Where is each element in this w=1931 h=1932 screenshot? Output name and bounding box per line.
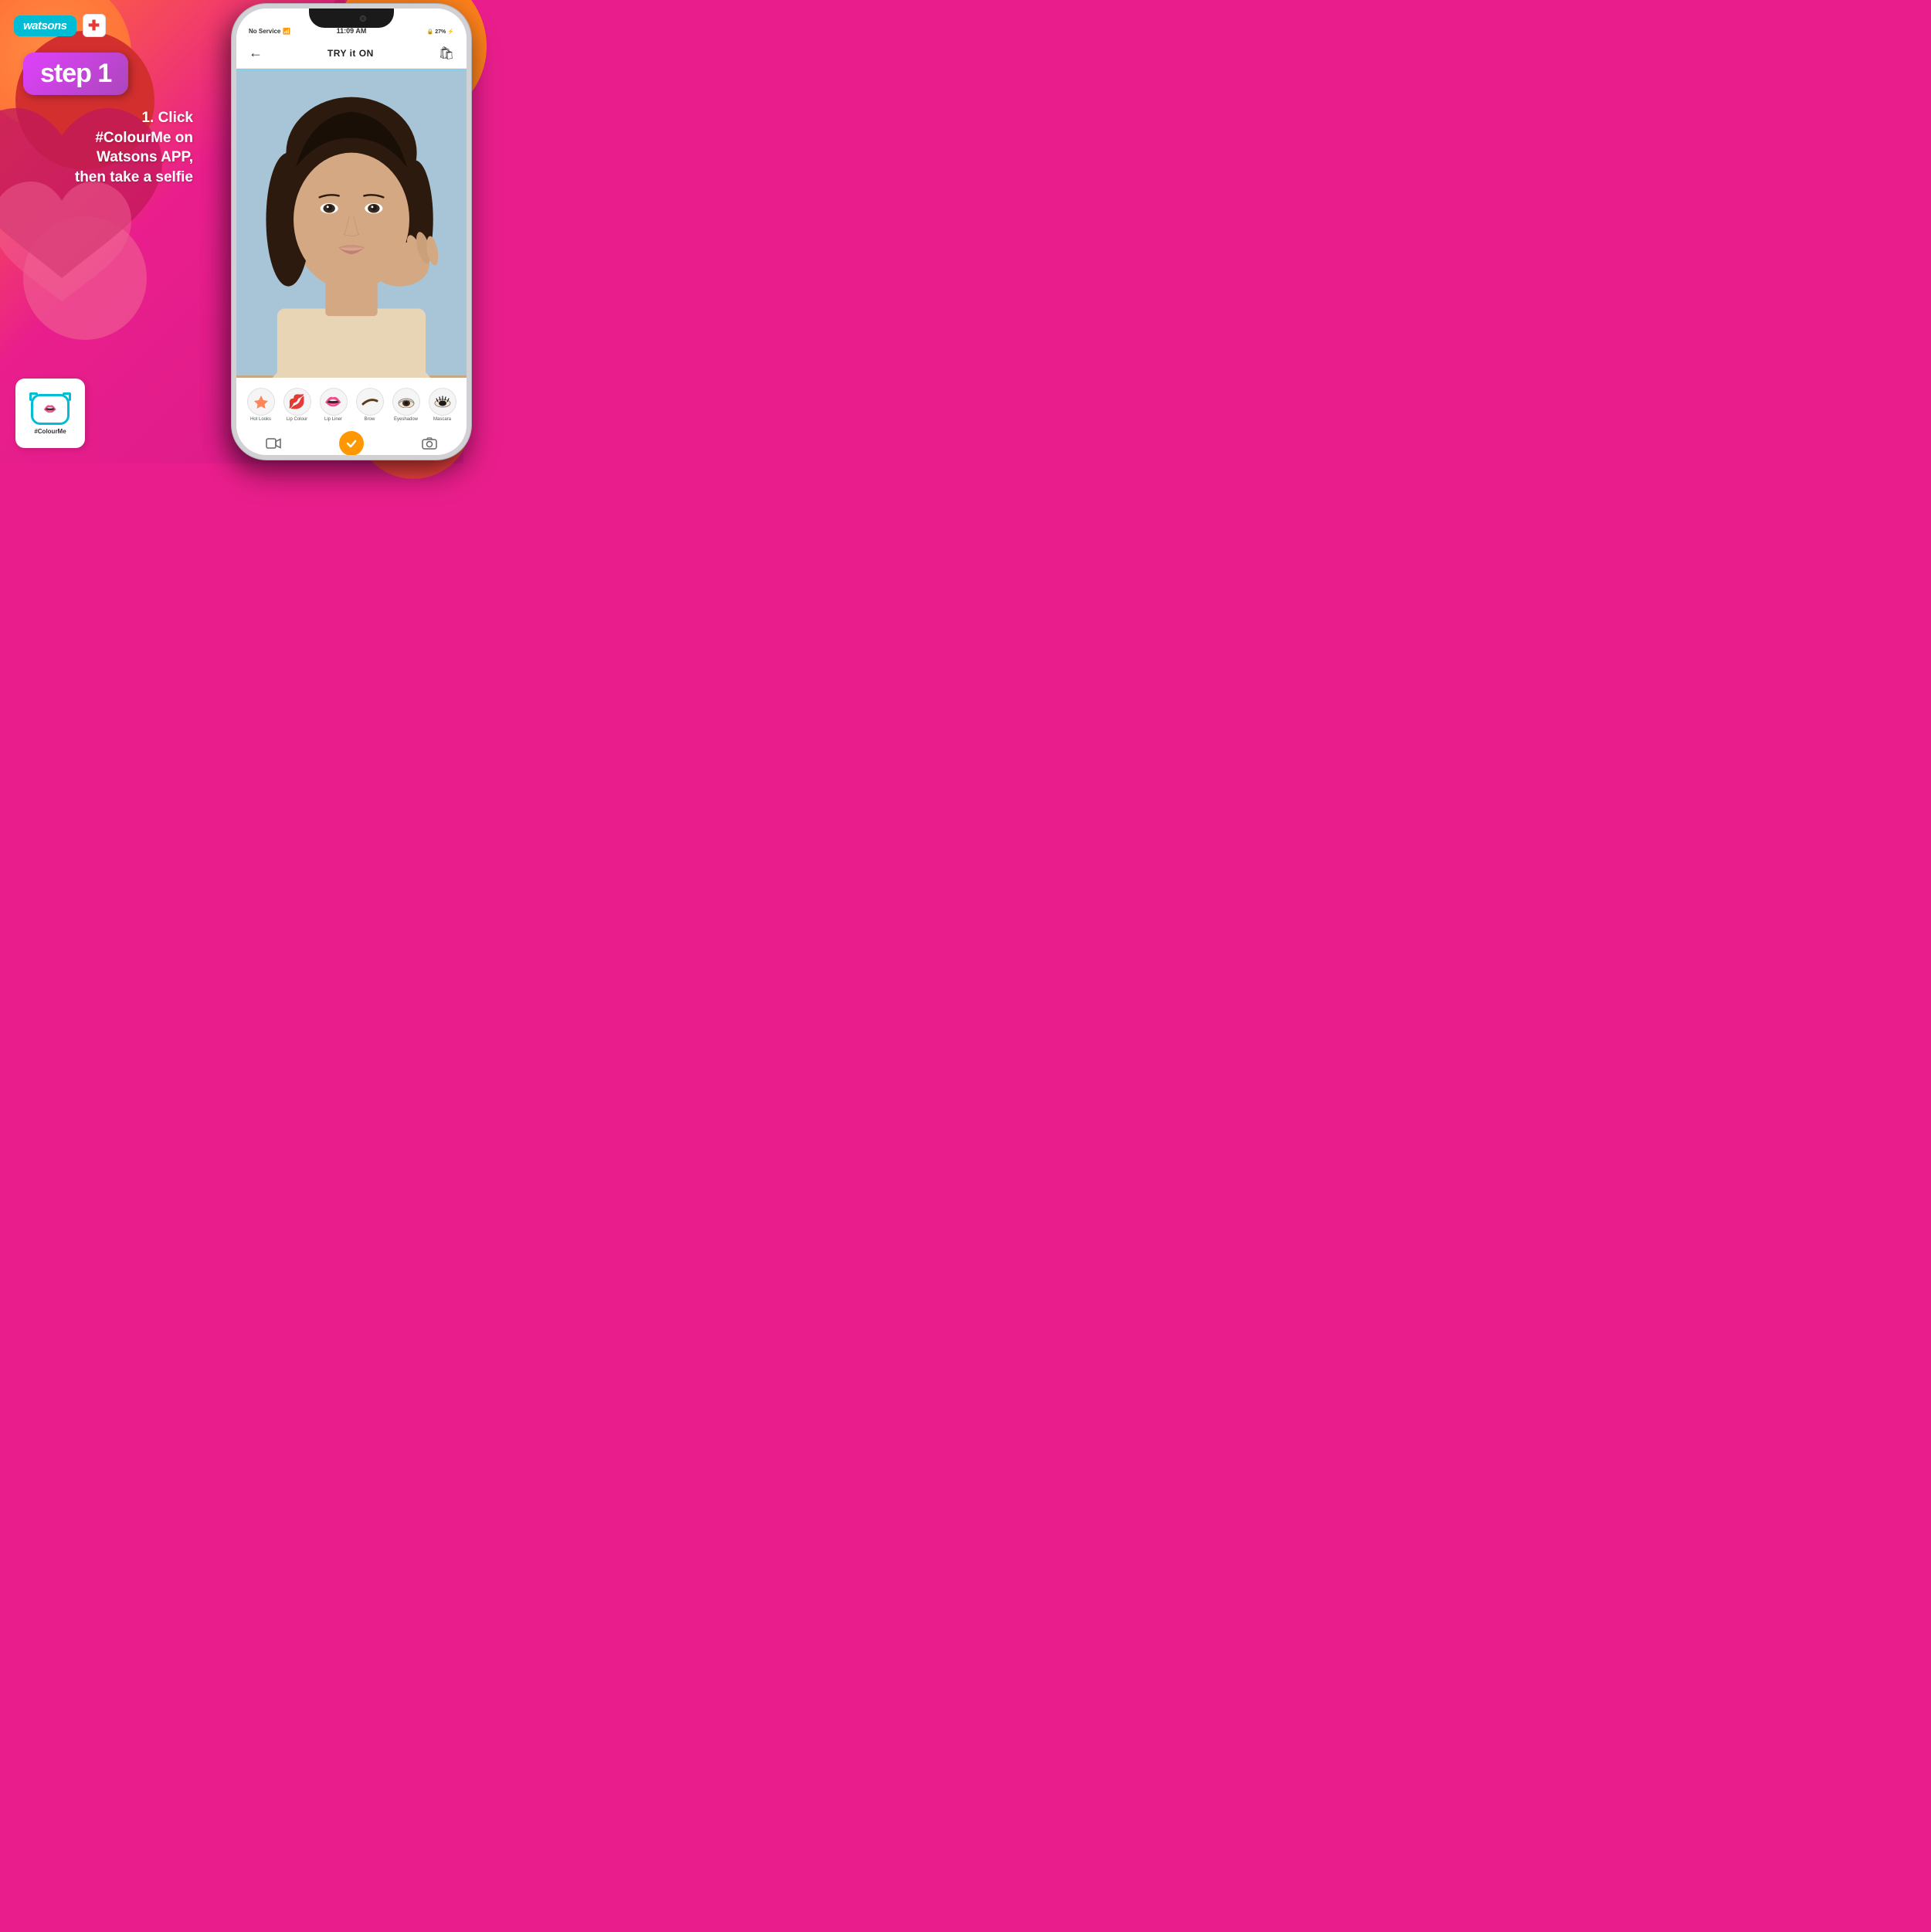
phone-vol-up-button: [232, 97, 233, 128]
makeup-toolbar: Hot Looks 💋 Lip Colour 👄 Lip Liner: [236, 378, 467, 432]
lip-liner-label: Lip Liner: [324, 417, 342, 422]
lip-colour-icon: 💋: [283, 388, 311, 416]
camera-button[interactable]: [420, 434, 439, 453]
phone-vol-down-button: [232, 136, 233, 167]
watsons-logo: watsons: [14, 15, 76, 36]
mascara-label: Mascara: [433, 417, 451, 422]
lip-liner-item[interactable]: 👄 Lip Liner: [320, 388, 348, 422]
brow-label: Brow: [365, 417, 375, 422]
brow-icon: [356, 388, 384, 416]
cart-icon[interactable]: 🛍: [439, 46, 454, 61]
back-button[interactable]: ←: [249, 45, 263, 61]
status-left: No Service 📶: [249, 28, 290, 35]
lip-colour-label: Lip Colour: [287, 417, 307, 422]
phone-mockup: No Service 📶 11:09 AM 🔒 27% ⚡ ← TRY it O…: [232, 4, 471, 460]
pharmacy-badge: ✚: [83, 14, 106, 37]
mascara-item[interactable]: Mascara: [429, 388, 456, 422]
instructions-text: 1. Click #ColourMe on Watsons APP, then …: [15, 108, 193, 188]
phone-notch: [309, 8, 394, 28]
hot-looks-label: Hot Looks: [250, 417, 271, 422]
hot-looks-icon: [247, 388, 275, 416]
step-label: step 1: [40, 59, 111, 88]
no-service-text: No Service: [249, 28, 280, 35]
eyeshadow-label: Eyeshadow: [394, 417, 418, 422]
mascara-icon: [429, 388, 456, 416]
confirm-button[interactable]: [339, 431, 364, 456]
brow-item[interactable]: Brow: [356, 388, 384, 422]
colour-me-text: #ColourMe: [34, 428, 66, 435]
status-right: 🔒 27% ⚡: [427, 29, 454, 35]
status-time: 11:09 AM: [337, 27, 367, 35]
phone-power-button: [470, 86, 471, 132]
face-outline-icon: 👄: [31, 394, 70, 425]
instructions: 1. Click #ColourMe on Watsons APP, then …: [15, 108, 193, 188]
battery-icon: 🔒: [427, 29, 434, 35]
colour-me-logo: 👄 #ColourMe: [15, 379, 85, 448]
battery-charging-icon: ⚡: [447, 29, 454, 35]
eyeshadow-icon: [392, 388, 420, 416]
colour-me-face-icon: 👄: [29, 392, 72, 426]
step-banner: step 1: [23, 53, 128, 95]
phone-mute-button: [232, 70, 233, 90]
lips-emoji-icon: 👄: [43, 402, 56, 416]
phone-body: No Service 📶 11:09 AM 🔒 27% ⚡ ← TRY it O…: [232, 4, 471, 460]
camera-area: [236, 69, 467, 378]
lip-liner-icon: 👄: [320, 388, 348, 416]
header: watsons ✚: [14, 14, 106, 37]
face-illustration: [236, 69, 467, 378]
lip-colour-item[interactable]: 💋 Lip Colour: [283, 388, 311, 422]
battery-text: 27%: [435, 29, 446, 35]
video-button[interactable]: [264, 434, 283, 453]
eyeshadow-item[interactable]: Eyeshadow: [392, 388, 420, 422]
pharmacy-cross-icon: ✚: [88, 19, 100, 32]
front-camera-icon: [360, 15, 366, 22]
action-bar: [236, 432, 467, 455]
hot-looks-item[interactable]: Hot Looks: [247, 388, 275, 422]
watsons-label: watsons: [23, 19, 67, 32]
wifi-icon: 📶: [283, 28, 290, 35]
bg-blob: [0, 170, 139, 328]
app-title: TRY it ON: [327, 48, 374, 59]
app-header: ← TRY it ON 🛍: [236, 38, 467, 69]
